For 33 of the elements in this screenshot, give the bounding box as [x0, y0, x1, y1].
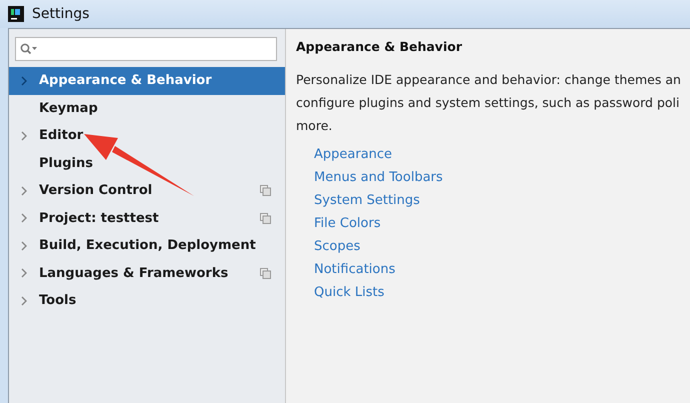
- description-text: more.: [296, 117, 332, 135]
- chevron-icon: [21, 130, 27, 141]
- settings-link[interactable]: Quick Lists: [314, 281, 384, 304]
- window-title: Settings: [32, 6, 90, 22]
- copy-icon: [260, 185, 271, 196]
- app-logo-icon: [8, 6, 24, 22]
- chevron-icon: [21, 76, 27, 86]
- copy-icon: [260, 212, 271, 224]
- settings-link[interactable]: Scopes: [314, 235, 360, 258]
- chevron-icon: [21, 240, 27, 251]
- search-icon: [20, 43, 38, 55]
- settings-link[interactable]: Menus and Toolbars: [314, 166, 443, 189]
- sidebar-item[interactable]: Editor: [9, 122, 285, 150]
- description-text: Personalize IDE appearance and behavior: change themes an: [296, 71, 681, 89]
- sidebar-item[interactable]: Project: testtest: [9, 204, 285, 232]
- settings-link[interactable]: Notifications: [314, 258, 396, 281]
- settings-link[interactable]: File Colors: [314, 212, 381, 235]
- chevron-icon: [21, 268, 27, 278]
- sidebar-item[interactable]: Keymap: [9, 94, 285, 122]
- section-heading: Appearance & Behavior: [296, 39, 463, 54]
- sidebar-item[interactable]: Appearance & Behavior: [9, 67, 285, 94]
- description-text: configure plugins and system settings, such as password poli: [296, 94, 680, 112]
- chevron-icon: [21, 186, 27, 196]
- copy-icon: [260, 268, 271, 279]
- chevron-icon: [21, 296, 27, 306]
- settings-link[interactable]: System Settings: [314, 189, 420, 212]
- search-field[interactable]: [15, 37, 277, 61]
- sidebar-item[interactable]: Plugins: [9, 150, 285, 177]
- sidebar-item[interactable]: Languages & Frameworks: [9, 260, 285, 287]
- chevron-icon: [21, 213, 27, 224]
- settings-link[interactable]: Appearance: [314, 143, 392, 166]
- sidebar-item[interactable]: Build, Execution, Deployment: [9, 232, 285, 260]
- sidebar-item[interactable]: Tools: [9, 287, 285, 314]
